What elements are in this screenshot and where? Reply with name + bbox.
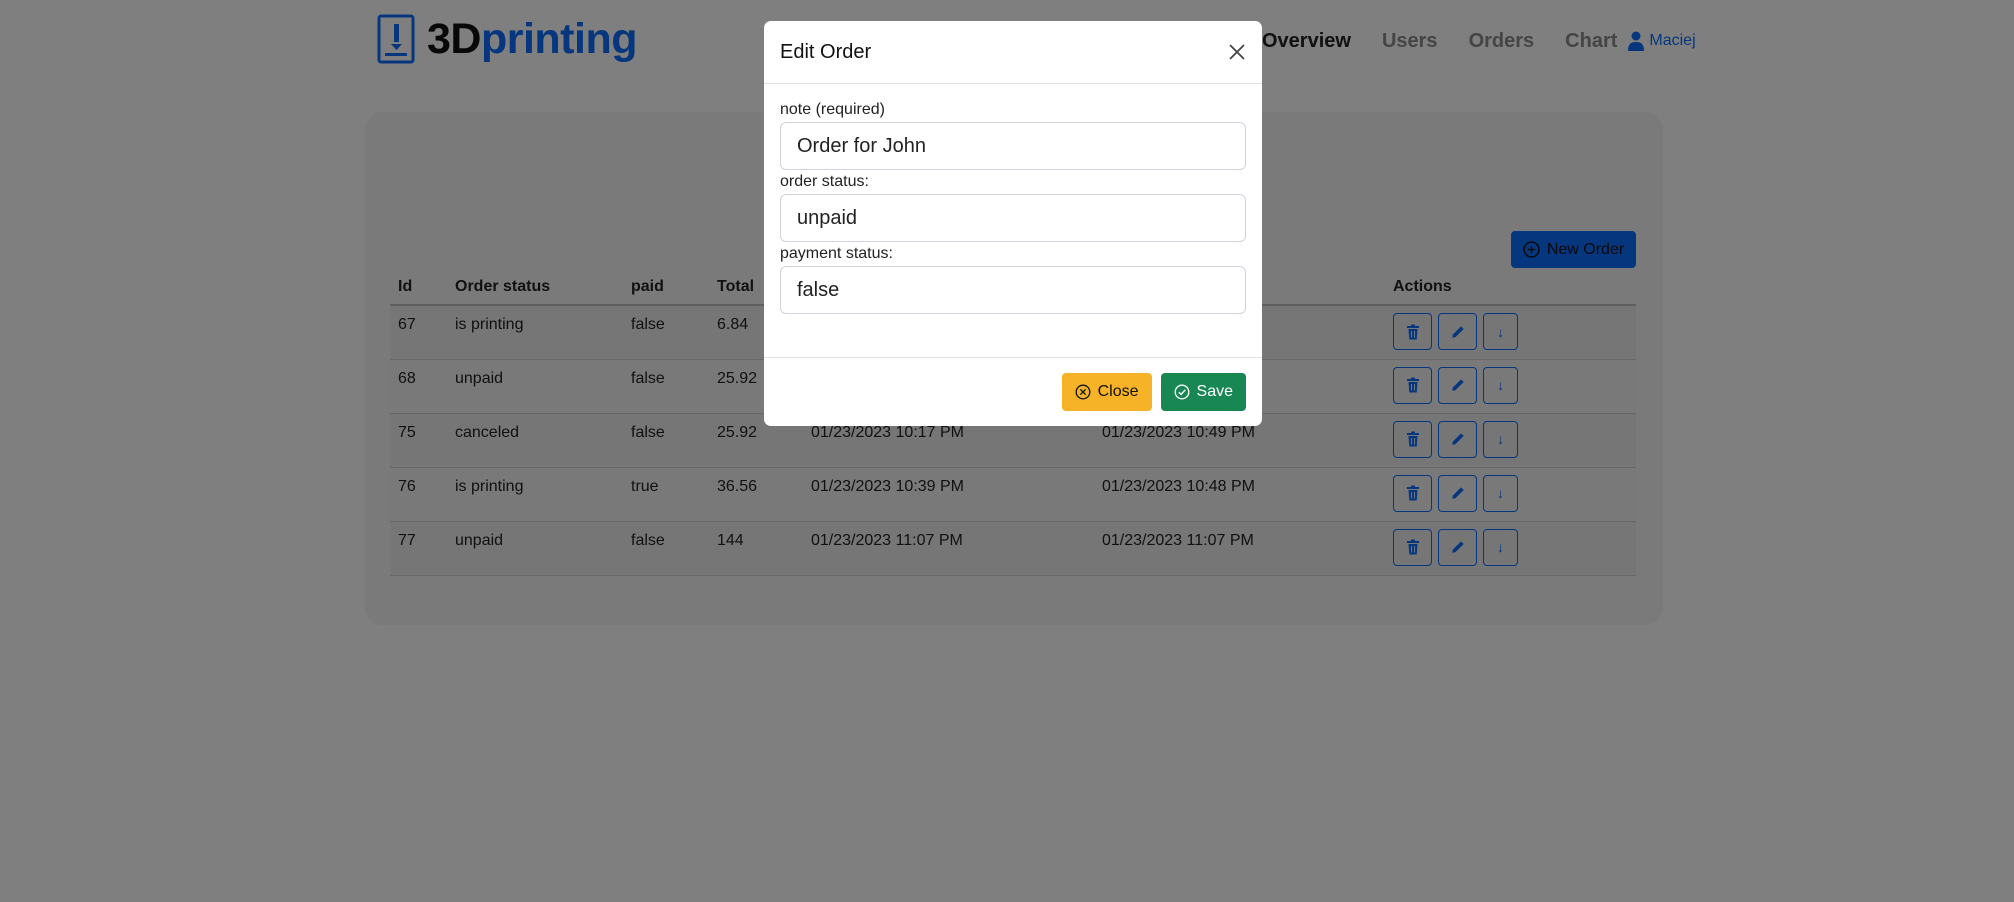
check-circle-icon	[1174, 384, 1189, 399]
save-button[interactable]: Save	[1160, 372, 1246, 411]
app-page: 3Dprinting Overview Users Orders Chart M…	[0, 0, 2014, 902]
order-status-label: order status:	[780, 173, 869, 190]
close-button[interactable]: Close	[1061, 372, 1152, 411]
order-status-input[interactable]	[780, 194, 1246, 242]
note-input[interactable]	[780, 122, 1246, 170]
payment-status-input[interactable]	[780, 266, 1246, 314]
close-icon[interactable]	[1226, 41, 1248, 63]
x-circle-icon	[1075, 384, 1091, 399]
payment-status-label: payment status:	[780, 245, 893, 262]
edit-order-modal: Edit Order note (required) order status:…	[764, 21, 1262, 426]
save-button-label: Save	[1196, 382, 1233, 400]
modal-title: Edit Order	[780, 40, 872, 63]
note-label: note (required)	[780, 101, 885, 118]
modal-body: note (required) order status: payment st…	[764, 84, 1262, 358]
modal-header: Edit Order	[764, 21, 1262, 84]
modal-footer: Close Save	[764, 358, 1262, 425]
close-button-label: Close	[1097, 382, 1139, 400]
